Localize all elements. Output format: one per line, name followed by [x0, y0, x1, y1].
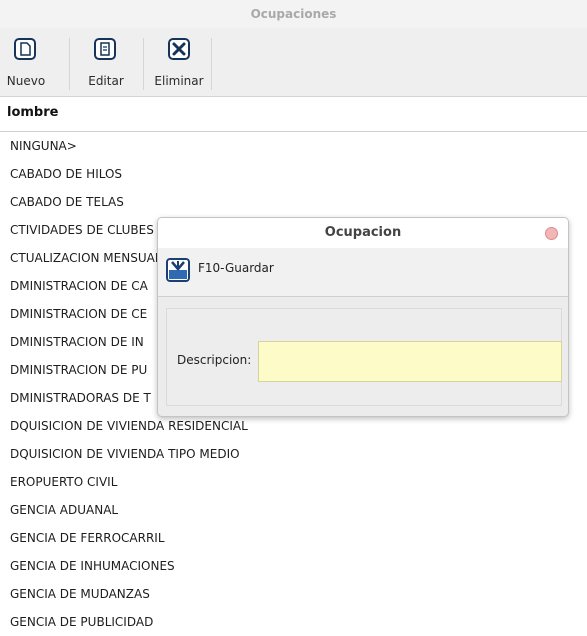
column-header-label: lombre	[7, 105, 59, 120]
dialog-title: Ocupacion	[158, 218, 568, 248]
edit-button-label: Editar	[88, 74, 124, 88]
edit-button[interactable]: Editar	[76, 34, 136, 94]
list-item[interactable]: DQUISICION DE VIVIENDA TIPO MEDIO	[0, 440, 587, 468]
save-button-label: F10-Guardar	[198, 261, 274, 275]
occupation-dialog: Ocupacion F10-Guardar Descripcion:	[157, 217, 569, 417]
list-item[interactable]: CABADO DE TELAS	[0, 188, 587, 216]
delete-button-label: Eliminar	[154, 74, 204, 88]
list-item[interactable]: GENCIA DE PUBLICIDAD	[0, 608, 587, 636]
list-item[interactable]: CABADO DE HILOS	[0, 160, 587, 188]
dialog-toolbar: F10-Guardar	[158, 248, 568, 297]
description-input[interactable]	[258, 341, 562, 382]
delete-x-icon	[168, 38, 190, 60]
window-title: Ocupaciones	[0, 0, 587, 28]
dialog-form-panel: Descripcion:	[166, 308, 562, 406]
description-label: Descripcion:	[177, 353, 252, 367]
close-button[interactable]	[545, 227, 558, 240]
list-item[interactable]: GENCIA DE MUDANZAS	[0, 580, 587, 608]
delete-button[interactable]: Eliminar	[148, 34, 210, 94]
main-toolbar: Nuevo Editar Eliminar	[0, 28, 587, 97]
toolbar-divider	[211, 38, 212, 90]
list-item[interactable]: NINGUNA>	[0, 132, 587, 160]
list-item[interactable]: GENCIA DE INHUMACIONES	[0, 552, 587, 580]
list-item[interactable]: EROPUERTO CIVIL	[0, 468, 587, 496]
new-document-icon	[14, 38, 36, 60]
list-item[interactable]: GENCIA DE FERROCARRIL	[0, 524, 587, 552]
save-disk-icon	[166, 258, 190, 282]
edit-document-icon	[94, 38, 116, 60]
new-button-label: Nuevo	[6, 74, 46, 88]
new-button[interactable]: Nuevo	[2, 34, 50, 94]
toolbar-divider	[143, 38, 144, 90]
toolbar-divider	[69, 38, 70, 90]
column-header-nombre[interactable]: lombre	[0, 97, 587, 132]
list-item[interactable]: GENCIA ADUANAL	[0, 496, 587, 524]
